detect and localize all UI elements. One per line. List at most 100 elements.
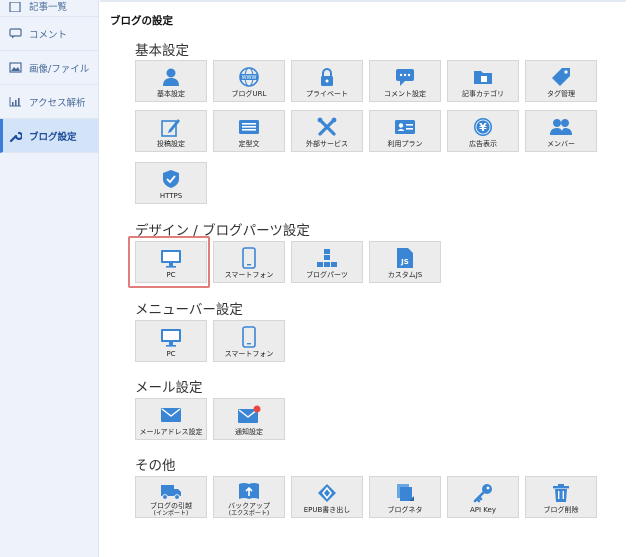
comment-icon: [395, 67, 415, 87]
tile-label: 基本設定: [157, 90, 185, 98]
section-title-mail: メール設定: [135, 380, 203, 396]
sidebar-item-comments[interactable]: コメント: [0, 17, 98, 51]
tile-label: コメント設定: [384, 90, 426, 98]
tile-label: 広告表示: [469, 140, 497, 148]
tile-usage-plan[interactable]: 利用プラン: [369, 110, 441, 152]
tile-blog-import[interactable]: ブログの引越 (インポート): [135, 476, 207, 518]
user-icon: [161, 67, 181, 87]
tile-backup-export[interactable]: バックアップ (エクスポート): [213, 476, 285, 518]
tile-label: ブログの引越 (インポート): [150, 502, 192, 517]
tile-label: 外部サービス: [306, 140, 348, 148]
image-icon: [8, 62, 22, 74]
sidebar-item-label: アクセス解析: [29, 97, 86, 109]
tile-design-smartphone[interactable]: スマートフォン: [213, 241, 285, 283]
main-content: ブログの設定 基本設定 基本設定 WWW ブログURL プライベート コメント設…: [98, 0, 640, 557]
folder-icon: [473, 67, 493, 87]
tile-custom-js[interactable]: JS カスタムJS: [369, 241, 441, 283]
tile-label: スマートフォン: [224, 350, 274, 358]
truck-icon: [160, 481, 182, 501]
tile-external-services[interactable]: 外部サービス: [291, 110, 363, 152]
trash-icon: [552, 483, 570, 503]
chart-icon: [8, 96, 22, 108]
tile-label: タグ管理: [547, 90, 575, 98]
tile-basic-settings[interactable]: 基本設定: [135, 60, 207, 102]
tile-members[interactable]: メンバー: [525, 110, 597, 152]
tile-private[interactable]: プライベート: [291, 60, 363, 102]
top-divider: [100, 0, 626, 2]
tile-label: EPUB書き出し: [303, 506, 351, 514]
sidebar-item-blog-settings[interactable]: ブログ設定: [0, 119, 98, 153]
tile-blog-delete[interactable]: ブログ削除: [525, 476, 597, 518]
yen-icon: ¥: [473, 117, 493, 137]
wrench-icon: [8, 130, 22, 142]
keyboard-icon: [238, 117, 260, 137]
section-title-menubar: メニューバー設定: [135, 302, 243, 318]
sidebar-item-label: ブログ設定: [29, 131, 77, 143]
tile-post-settings[interactable]: 投稿設定: [135, 110, 207, 152]
svg-text:JS: JS: [400, 258, 409, 266]
tile-label: HTTPS: [159, 192, 183, 200]
tile-menubar-pc[interactable]: PC: [135, 320, 207, 362]
section-title-other: その他: [135, 458, 176, 474]
tile-label: 投稿設定: [157, 140, 185, 148]
selection-highlight: [128, 236, 210, 288]
tile-label: 定型文: [238, 140, 260, 148]
tile-tag-management[interactable]: タグ管理: [525, 60, 597, 102]
sidebar-item-analytics[interactable]: アクセス解析: [0, 85, 98, 119]
shield-icon: [161, 169, 181, 189]
js-file-icon: JS: [396, 248, 414, 268]
tile-label: ブログパーツ: [306, 271, 348, 279]
tile-article-category[interactable]: 記事カテゴリ: [447, 60, 519, 102]
tile-api-key[interactable]: API Key: [447, 476, 519, 518]
comment-icon: [8, 28, 22, 40]
sidebar-item-articles[interactable]: 記事一覧: [0, 0, 98, 17]
sidebar-item-label: 記事一覧: [29, 2, 68, 13]
book-upload-icon: [238, 481, 260, 501]
tag-icon: [551, 67, 571, 87]
tile-templates[interactable]: 定型文: [213, 110, 285, 152]
mail-icon: [160, 405, 182, 425]
www-icon: WWW: [239, 67, 259, 87]
tile-ad-display[interactable]: ¥ 広告表示: [447, 110, 519, 152]
tile-label: 記事カテゴリ: [462, 90, 504, 98]
sidebar-item-label: コメント: [29, 29, 68, 41]
tile-https[interactable]: HTTPS: [135, 162, 207, 204]
epub-icon: [317, 483, 337, 503]
tile-blog-neta[interactable]: ブログネタ: [369, 476, 441, 518]
mail-notify-icon: [237, 405, 261, 425]
sidebar: 記事一覧 コメント 画像/ファイル アクセス解析 ブログ設定: [0, 0, 99, 557]
monitor-icon: [160, 327, 182, 347]
tile-label: メンバー: [547, 140, 575, 148]
page-title: ブログの設定: [110, 15, 173, 27]
tile-sublabel: (インポート): [153, 510, 189, 517]
pencil-icon: [161, 117, 181, 137]
tile-label: プライベート: [306, 90, 348, 98]
tile-label: 利用プラン: [387, 140, 423, 148]
sidebar-item-images[interactable]: 画像/ファイル: [0, 51, 98, 85]
tile-blog-url[interactable]: WWW ブログURL: [213, 60, 285, 102]
tile-label: API Key: [470, 506, 496, 514]
key-icon: [473, 483, 493, 503]
smartphone-icon: [242, 326, 256, 348]
id-card-icon: [394, 117, 416, 137]
tile-epub-export[interactable]: EPUB書き出し: [291, 476, 363, 518]
tools-icon: [317, 117, 337, 137]
tile-mail-address[interactable]: メールアドレス設定: [135, 398, 207, 440]
tile-label: ブログURL: [231, 90, 267, 98]
tile-sublabel: (エクスポート): [228, 510, 270, 517]
sidebar-item-label: 画像/ファイル: [29, 63, 90, 75]
tile-label: ブログ削除: [543, 506, 579, 514]
tile-blog-parts[interactable]: ブログパーツ: [291, 241, 363, 283]
tile-comment-settings[interactable]: コメント設定: [369, 60, 441, 102]
svg-text:WWW: WWW: [242, 75, 257, 81]
smartphone-icon: [242, 247, 256, 269]
tile-label: PC: [166, 350, 176, 358]
tile-menubar-smartphone[interactable]: スマートフォン: [213, 320, 285, 362]
tile-label: 通知設定: [235, 428, 263, 436]
document-icon: [8, 1, 22, 13]
tile-label: メールアドレス設定: [139, 428, 203, 436]
tile-notification-settings[interactable]: 通知設定: [213, 398, 285, 440]
members-icon: [549, 117, 573, 137]
svg-text:¥: ¥: [479, 121, 487, 134]
blog-parts-icon: [316, 248, 338, 268]
